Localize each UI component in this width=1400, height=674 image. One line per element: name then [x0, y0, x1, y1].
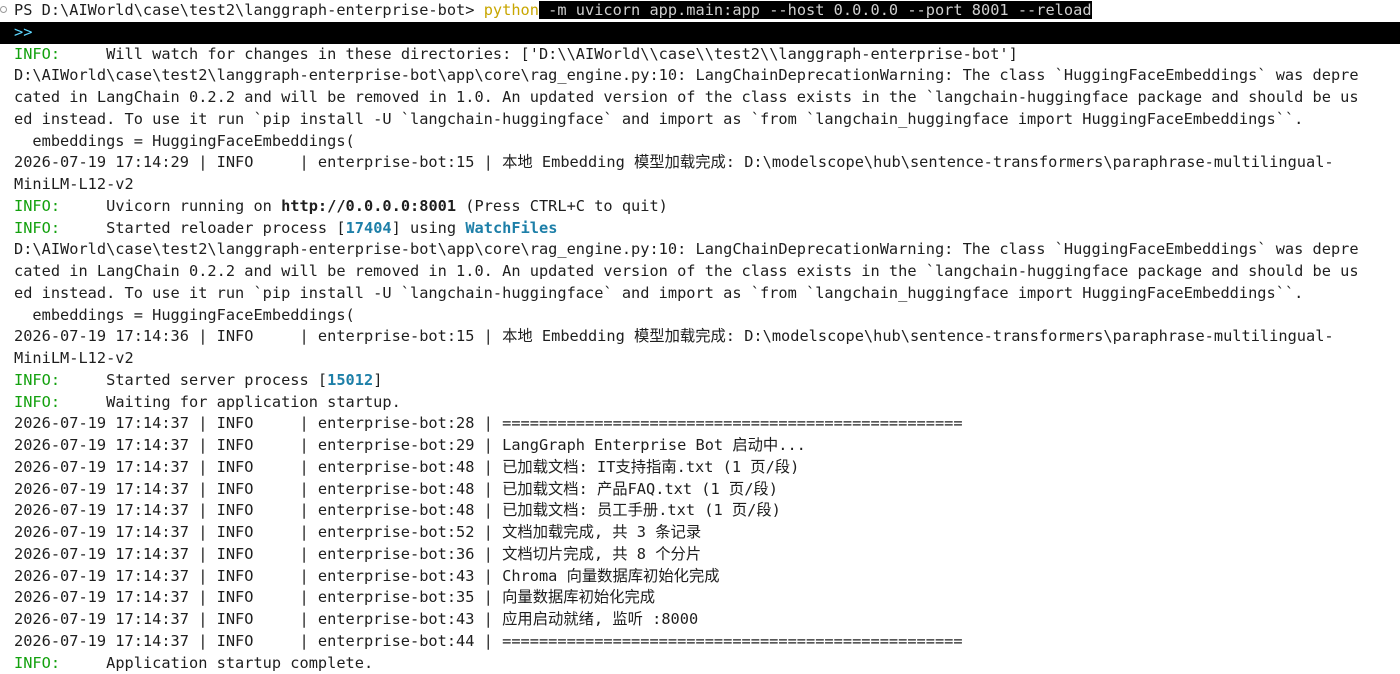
warning-line: cated in LangChain 0.2.2 and will be rem… — [0, 261, 1400, 283]
command-name: python — [484, 1, 539, 19]
log-line: 2026-07-19 17:14:37 | INFO | enterprise-… — [0, 609, 1400, 631]
info-tag: INFO: — [14, 219, 60, 237]
warning-line: ed instead. To use it run `pip install -… — [0, 109, 1400, 131]
command-args: -m uvicorn app.main:app --host 0.0.0.0 -… — [539, 1, 1092, 19]
log-line: 2026-07-19 17:14:37 | INFO | enterprise-… — [0, 435, 1400, 457]
prompt-path: PS D:\AIWorld\case\test2\langgraph-enter… — [14, 1, 484, 19]
warning-line: embeddings = HuggingFaceEmbeddings( — [0, 305, 1400, 327]
log-line: 2026-07-19 17:14:37 | INFO | enterprise-… — [0, 544, 1400, 566]
log-line: INFO: Waiting for application startup. — [0, 392, 1400, 414]
log-line: MiniLM-L12-v2 — [0, 348, 1400, 370]
log-line: 2026-07-19 17:14:37 | INFO | enterprise-… — [0, 566, 1400, 588]
log-line: 2026-07-19 17:14:36 | INFO | enterprise-… — [0, 326, 1400, 348]
info-tag: INFO: — [14, 371, 60, 389]
terminal-output[interactable]: PS D:\AIWorld\case\test2\langgraph-enter… — [0, 0, 1400, 672]
warning-line: cated in LangChain 0.2.2 and will be rem… — [0, 87, 1400, 109]
prompt-line[interactable]: PS D:\AIWorld\case\test2\langgraph-enter… — [0, 0, 1400, 22]
log-line: 2026-07-19 17:14:37 | INFO | enterprise-… — [0, 500, 1400, 522]
warning-line: embeddings = HuggingFaceEmbeddings( — [0, 131, 1400, 153]
info-tag: INFO: — [14, 45, 60, 63]
server-pid: 15012 — [327, 371, 373, 389]
log-line: 2026-07-19 17:14:37 | INFO | enterprise-… — [0, 587, 1400, 609]
log-line: INFO: Started reloader process [17404] u… — [0, 218, 1400, 240]
warning-line: D:\AIWorld\case\test2\langgraph-enterpri… — [0, 65, 1400, 87]
log-line: 2026-07-19 17:14:37 | INFO | enterprise-… — [0, 631, 1400, 653]
log-line: MiniLM-L12-v2 — [0, 174, 1400, 196]
server-url-link[interactable]: http://0.0.0.0:8001 — [281, 197, 456, 215]
info-tag: INFO: — [14, 654, 60, 672]
prompt-marker-icon — [0, 6, 7, 13]
warning-line: D:\AIWorld\case\test2\langgraph-enterpri… — [0, 239, 1400, 261]
log-line: 2026-07-19 17:14:37 | INFO | enterprise-… — [0, 522, 1400, 544]
info-tag: INFO: — [14, 393, 60, 411]
log-line: 2026-07-19 17:14:29 | INFO | enterprise-… — [0, 152, 1400, 174]
log-line: INFO: Will watch for changes in these di… — [0, 44, 1400, 66]
log-line: 2026-07-19 17:14:37 | INFO | enterprise-… — [0, 413, 1400, 435]
log-line: 2026-07-19 17:14:37 | INFO | enterprise-… — [0, 479, 1400, 501]
warning-line: ed instead. To use it run `pip install -… — [0, 283, 1400, 305]
log-line: INFO: Uvicorn running on http://0.0.0.0:… — [0, 196, 1400, 218]
watchfiles-label: WatchFiles — [465, 219, 557, 237]
log-line: INFO: Application startup complete. — [0, 653, 1400, 674]
log-line: INFO: Started server process [15012] — [0, 370, 1400, 392]
reloader-pid: 17404 — [346, 219, 392, 237]
info-tag: INFO: — [14, 197, 60, 215]
continuation-line: >> — [0, 22, 1400, 44]
log-line: 2026-07-19 17:14:37 | INFO | enterprise-… — [0, 457, 1400, 479]
